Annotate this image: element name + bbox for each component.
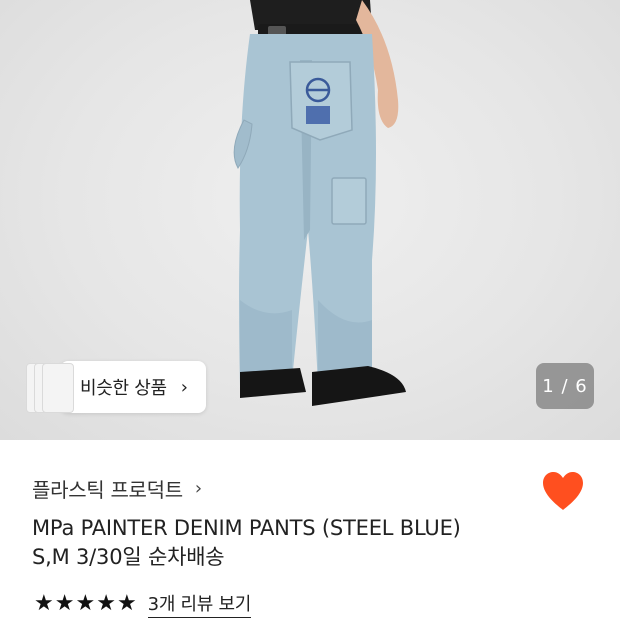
rating-row: ★ ★ ★ ★ ★ 3개 리뷰 보기 bbox=[34, 590, 251, 618]
view-reviews-link[interactable]: 3개 리뷰 보기 bbox=[147, 590, 251, 618]
star-icon: ★ bbox=[116, 591, 137, 616]
product-image-gallery[interactable]: 비슷한 상품 › 1 / 6 bbox=[0, 0, 620, 440]
similar-products-button[interactable]: 비슷한 상품 › bbox=[26, 361, 206, 413]
star-icon: ★ bbox=[34, 591, 54, 616]
brand-link[interactable]: 플라스틱 프로덕트 › bbox=[32, 474, 202, 503]
heart-icon[interactable] bbox=[541, 470, 585, 512]
product-title: MPa PAINTER DENIM PANTS (STEEL BLUE) S,M… bbox=[32, 514, 461, 572]
similar-products-label: 비슷한 상품 bbox=[80, 378, 167, 399]
similar-products-pill[interactable]: 비슷한 상품 › bbox=[60, 361, 206, 413]
similar-thumbnails bbox=[26, 361, 74, 413]
image-counter: 1 / 6 bbox=[536, 363, 594, 409]
similar-thumbnail bbox=[42, 363, 74, 413]
chevron-right-icon: › bbox=[194, 478, 202, 499]
star-icon: ★ bbox=[75, 591, 96, 616]
star-icon: ★ bbox=[54, 591, 75, 616]
rating-stars: ★ ★ ★ ★ ★ bbox=[34, 592, 138, 616]
product-title-line1: MPa PAINTER DENIM PANTS (STEEL BLUE) bbox=[32, 516, 461, 540]
brand-name: 플라스틱 프로덕트 bbox=[32, 478, 183, 502]
star-icon: ★ bbox=[96, 591, 116, 616]
chevron-right-icon: › bbox=[180, 376, 188, 398]
product-title-line2: S,M 3/30일 순차배송 bbox=[32, 545, 225, 569]
